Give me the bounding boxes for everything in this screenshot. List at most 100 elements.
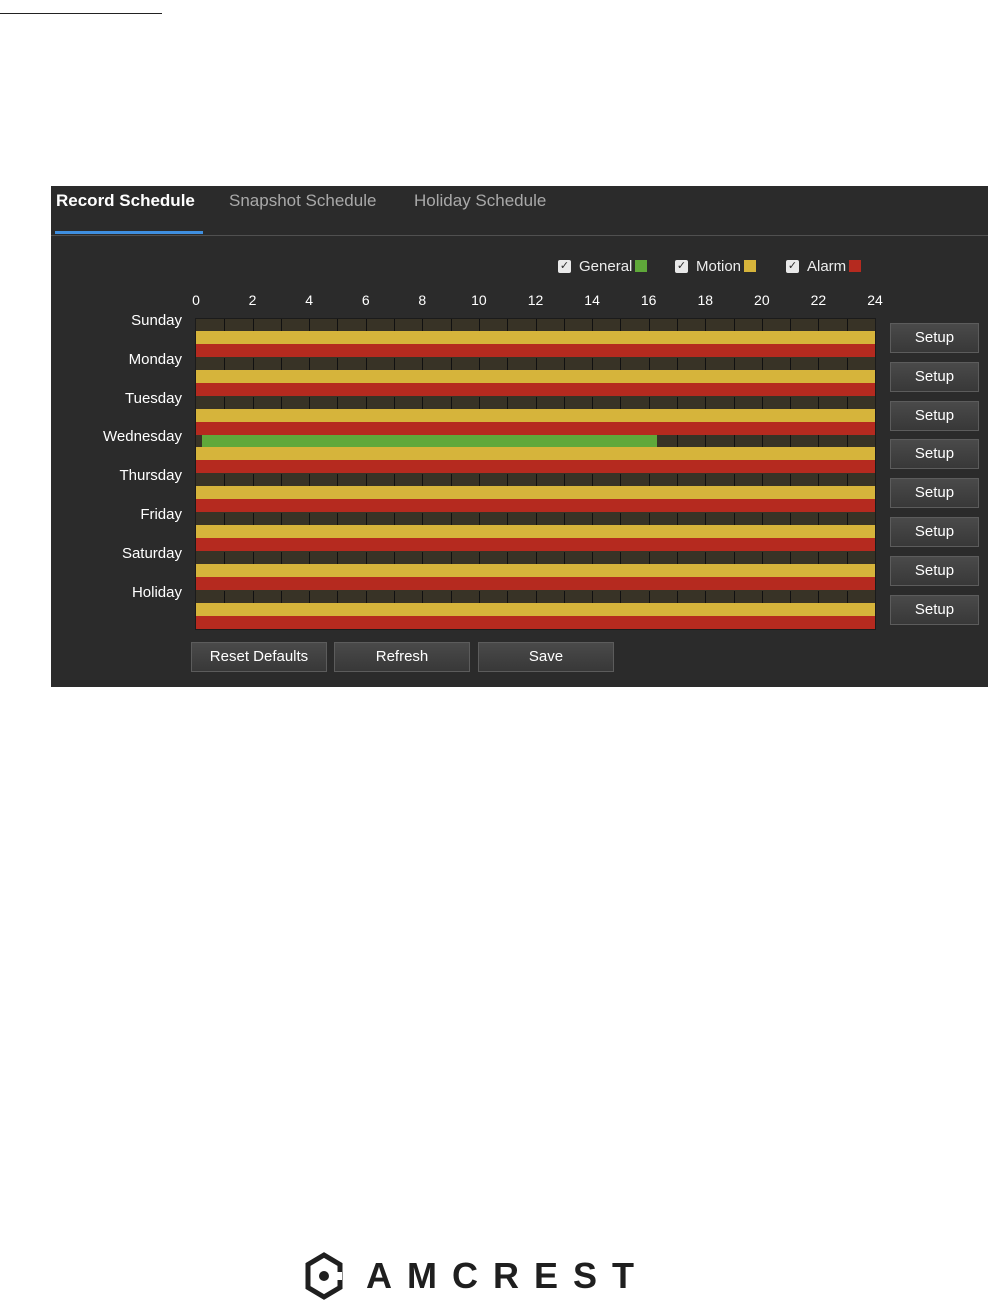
axis-tick-label: 20 bbox=[754, 292, 770, 308]
setup-button-friday[interactable]: Setup bbox=[890, 517, 979, 547]
hour-tick bbox=[224, 357, 226, 370]
hour-tick bbox=[478, 396, 480, 409]
hour-tick bbox=[592, 396, 594, 409]
header-rule bbox=[0, 13, 162, 14]
setup-button-holiday[interactable]: Setup bbox=[890, 594, 979, 625]
setup-button-monday[interactable]: Setup bbox=[890, 361, 979, 392]
hour-tick bbox=[818, 357, 820, 370]
hour-tick bbox=[790, 513, 792, 525]
hour-tick bbox=[535, 513, 537, 525]
axis-tick-label: 6 bbox=[361, 292, 370, 308]
hour-tick bbox=[478, 357, 480, 370]
motion-color-swatch bbox=[744, 260, 757, 272]
hour-tick bbox=[563, 357, 565, 370]
hour-tick bbox=[394, 551, 396, 564]
schedule-row-wednesday[interactable] bbox=[196, 435, 875, 474]
hour-tick bbox=[648, 357, 650, 370]
legend-motion-label: Motion bbox=[696, 257, 742, 275]
schedule-row-friday[interactable] bbox=[196, 513, 875, 551]
motion-bar[interactable] bbox=[196, 525, 875, 538]
save-button[interactable]: Save bbox=[478, 642, 614, 672]
hour-tick bbox=[507, 590, 509, 603]
hour-tick bbox=[790, 474, 792, 487]
hour-tick bbox=[224, 551, 226, 564]
hour-tick bbox=[450, 357, 452, 370]
motion-bar[interactable] bbox=[196, 331, 875, 344]
motion-bar[interactable] bbox=[196, 369, 875, 383]
axis-tick-label: 8 bbox=[418, 292, 427, 308]
alarm-bar[interactable] bbox=[196, 344, 875, 357]
axis-tick-label: 4 bbox=[305, 292, 314, 308]
motion-bar[interactable] bbox=[196, 563, 875, 577]
hour-tick bbox=[337, 513, 339, 525]
hour-tick bbox=[450, 551, 452, 564]
tab-holiday-schedule[interactable]: Holiday Schedule bbox=[414, 191, 546, 231]
setup-button-wednesday[interactable]: Setup bbox=[890, 439, 979, 470]
hour-tick bbox=[733, 319, 735, 331]
setup-button-tuesday[interactable]: Setup bbox=[890, 400, 979, 431]
alarm-bar[interactable] bbox=[196, 576, 875, 590]
legend-general[interactable]: ✓ General bbox=[558, 257, 648, 275]
hour-tick bbox=[337, 319, 339, 331]
schedule-row-monday[interactable] bbox=[196, 357, 875, 396]
alarm-bar[interactable] bbox=[196, 421, 875, 435]
motion-bar[interactable] bbox=[196, 486, 875, 500]
hour-tick bbox=[252, 319, 254, 331]
schedule-row-saturday[interactable] bbox=[196, 551, 875, 590]
hour-tick bbox=[846, 319, 848, 331]
hour-tick bbox=[394, 474, 396, 487]
hour-tick bbox=[450, 396, 452, 409]
hour-tick bbox=[422, 551, 424, 564]
hour-tick bbox=[790, 319, 792, 331]
hour-tick bbox=[733, 474, 735, 487]
general-bar[interactable] bbox=[201, 435, 658, 448]
motion-bar[interactable] bbox=[196, 408, 875, 422]
tab-snapshot-schedule[interactable]: Snapshot Schedule bbox=[229, 191, 376, 231]
checkbox-motion[interactable]: ✓ bbox=[675, 259, 688, 273]
alarm-bar[interactable] bbox=[196, 538, 875, 551]
hour-tick bbox=[790, 357, 792, 370]
alarm-bar[interactable] bbox=[196, 615, 875, 629]
hour-tick bbox=[733, 357, 735, 370]
alarm-bar[interactable] bbox=[196, 499, 875, 513]
hour-tick bbox=[818, 551, 820, 564]
checkbox-alarm[interactable]: ✓ bbox=[786, 259, 799, 273]
tab-record-schedule[interactable]: Record Schedule bbox=[56, 191, 195, 231]
hour-tick bbox=[535, 396, 537, 409]
hour-tick bbox=[252, 590, 254, 603]
hour-tick bbox=[507, 319, 509, 331]
setup-button-saturday[interactable]: Setup bbox=[890, 555, 979, 586]
schedule-grid[interactable] bbox=[195, 318, 876, 630]
hour-tick bbox=[280, 396, 282, 409]
motion-bar[interactable] bbox=[196, 447, 875, 461]
motion-bar[interactable] bbox=[196, 602, 875, 616]
hour-tick bbox=[620, 357, 622, 370]
schedule-row-thursday[interactable] bbox=[196, 474, 875, 513]
setup-button-sunday[interactable]: Setup bbox=[890, 323, 979, 353]
hour-tick bbox=[365, 513, 367, 525]
axis-tick-label: 14 bbox=[584, 292, 600, 308]
hour-tick bbox=[705, 474, 707, 487]
schedule-row-holiday[interactable] bbox=[196, 590, 875, 629]
hour-tick bbox=[733, 513, 735, 525]
hour-tick bbox=[535, 319, 537, 331]
hour-tick bbox=[224, 474, 226, 487]
reset-defaults-button[interactable]: Reset Defaults bbox=[191, 642, 327, 672]
hour-tick bbox=[394, 513, 396, 525]
hour-tick bbox=[280, 590, 282, 603]
alarm-bar[interactable] bbox=[196, 382, 875, 396]
hour-tick bbox=[676, 319, 678, 331]
hour-tick bbox=[705, 319, 707, 331]
alarm-bar[interactable] bbox=[196, 460, 875, 474]
legend-alarm[interactable]: ✓ Alarm bbox=[786, 257, 862, 275]
schedule-row-sunday[interactable] bbox=[196, 319, 875, 357]
hour-tick bbox=[761, 590, 763, 603]
refresh-button[interactable]: Refresh bbox=[334, 642, 470, 672]
legend-motion[interactable]: ✓ Motion bbox=[675, 257, 757, 275]
schedule-row-tuesday[interactable] bbox=[196, 396, 875, 435]
setup-button-thursday[interactable]: Setup bbox=[890, 478, 979, 509]
hour-tick bbox=[224, 319, 226, 331]
axis-tick-label: 2 bbox=[248, 292, 257, 308]
day-label-holiday: Holiday bbox=[131, 583, 182, 601]
checkbox-general[interactable]: ✓ bbox=[558, 259, 571, 273]
